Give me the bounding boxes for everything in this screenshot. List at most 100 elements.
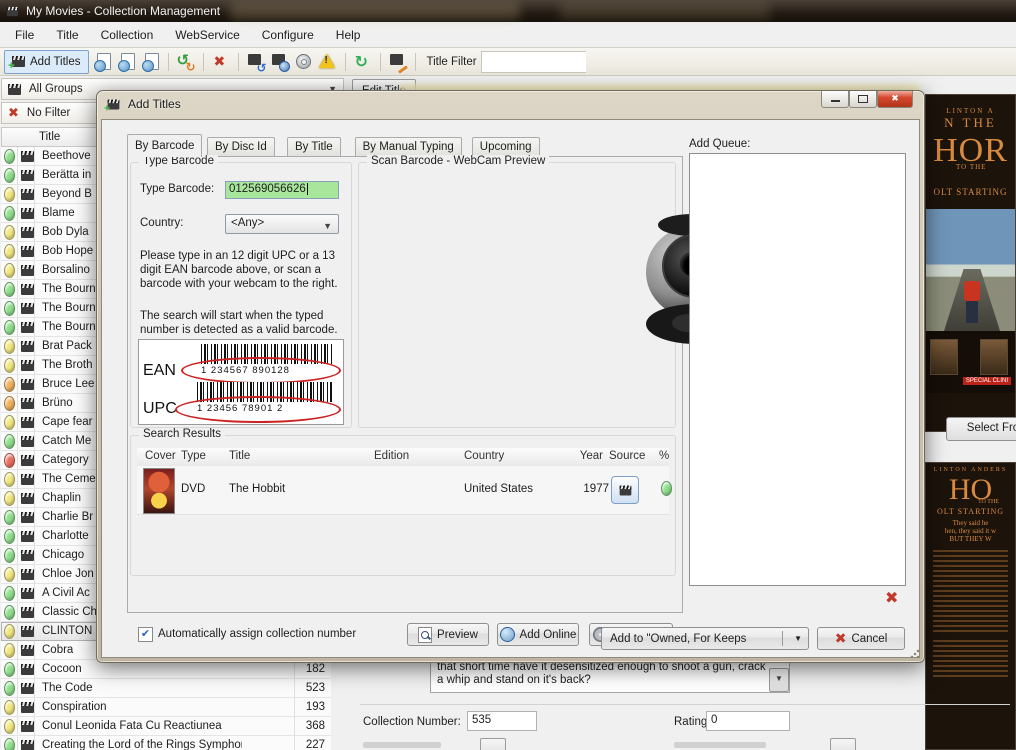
- clapper-search-icon[interactable]: [270, 52, 290, 72]
- scroll-down-button[interactable]: ▼: [769, 668, 789, 692]
- status-indicator: [4, 262, 15, 278]
- add-queue-label: Add Queue:: [689, 138, 751, 150]
- status-indicator: [4, 699, 15, 715]
- poster-text: They said he: [952, 519, 989, 527]
- grid-line: [34, 660, 35, 678]
- menu-item-configure[interactable]: Configure: [251, 24, 325, 46]
- close-button[interactable]: ✖: [877, 91, 913, 108]
- divider: [360, 704, 1010, 705]
- clipped-label: [363, 742, 441, 748]
- add-titles-button[interactable]: + Add Titles: [4, 49, 89, 74]
- country-combo[interactable]: <Any> ▼: [225, 214, 339, 234]
- cancel-icon: ✖: [834, 630, 847, 646]
- poster-text: OLT STARTING: [933, 187, 1008, 197]
- add-titles-icon: +: [8, 56, 25, 72]
- ean-label: EAN: [143, 362, 176, 379]
- tab-by-manual-typing[interactable]: By Manual Typing: [354, 137, 462, 156]
- grid-line: [17, 622, 18, 640]
- grid-line: [34, 546, 35, 564]
- menu-item-title[interactable]: Title: [45, 24, 89, 46]
- dialog-icon: +: [104, 99, 120, 113]
- menu-item-webservice[interactable]: WebService: [164, 24, 250, 46]
- maximize-button[interactable]: [849, 91, 877, 108]
- status-indicator: [4, 471, 15, 487]
- status-indicator: [4, 186, 15, 202]
- barcode-input[interactable]: 012569056626: [225, 181, 339, 199]
- upc-label: UPC: [143, 400, 177, 417]
- clapper-icon: [21, 283, 34, 295]
- clapper-icon: [21, 321, 34, 333]
- list-item-title: Berätta in: [42, 169, 92, 181]
- result-row[interactable]: DVD The Hobbit United States 1977: [137, 466, 672, 515]
- list-item-title: Chloe Jon: [42, 568, 94, 580]
- clapper-icon: [21, 435, 34, 447]
- results-column-year: Year: [579, 450, 603, 462]
- select-front-button[interactable]: Select Fro: [946, 417, 1016, 441]
- disc-sync-icon[interactable]: [294, 52, 314, 72]
- grid-line: [34, 470, 35, 488]
- poster-fine-print: [933, 547, 1008, 633]
- source-icon[interactable]: [611, 476, 639, 504]
- menu-item-help[interactable]: Help: [325, 24, 372, 46]
- results-header[interactable]: Cover Type Title Edition Country Year Source%: [137, 448, 669, 467]
- tab-upcoming[interactable]: Upcoming: [471, 137, 540, 156]
- tab-by-barcode[interactable]: By Barcode: [127, 134, 203, 157]
- add-online-button[interactable]: Add Online: [497, 623, 579, 646]
- clapper-icon: [21, 169, 34, 181]
- tab-by-title[interactable]: By Title: [287, 137, 341, 156]
- resize-grip[interactable]: [910, 649, 920, 659]
- status-indicator: [4, 319, 15, 335]
- document-globe-save-icon[interactable]: [141, 52, 161, 72]
- grid-line: [34, 565, 35, 583]
- refresh-icon[interactable]: [353, 52, 373, 72]
- import-arrows-icon[interactable]: [176, 51, 196, 74]
- grid-line: [17, 337, 18, 355]
- grid-line: [17, 508, 18, 526]
- list-item-title: Blame: [42, 207, 75, 219]
- list-item-title: Cobra: [42, 644, 74, 656]
- grid-line: [17, 147, 18, 165]
- poster-text: BUT THEY W: [949, 535, 992, 543]
- title-filter-label: Title Filter: [426, 55, 477, 68]
- titlebar-glare: [230, 2, 520, 20]
- clipped-button[interactable]: [480, 738, 506, 750]
- delete-icon[interactable]: [211, 52, 231, 72]
- preview-button[interactable]: Preview: [407, 623, 489, 646]
- poster-text: OLT STARTING: [936, 507, 1005, 516]
- add-titles-dialog: + Add Titles ✖ By Barcode By Disc Id By Ti…: [96, 90, 925, 663]
- clipped-button[interactable]: [830, 738, 856, 750]
- clapper-sync-icon[interactable]: [246, 52, 267, 75]
- warning-icon[interactable]: [318, 52, 338, 72]
- add-to-dropdown-button[interactable]: Add to "Owned, For Keeps ▼: [601, 627, 809, 650]
- list-item[interactable]: Conspiration 193: [1, 698, 331, 717]
- menu-item-collection[interactable]: Collection: [90, 24, 165, 46]
- clapper-icon: [21, 207, 34, 219]
- clapper-icon: [21, 188, 34, 200]
- document-globe-icon[interactable]: [93, 52, 113, 72]
- list-item-title: Creating the Lord of the Rings Symphony:…: [42, 739, 242, 750]
- tab-by-disc-id[interactable]: By Disc Id: [207, 137, 275, 156]
- clapper-icon: [21, 454, 34, 466]
- grid-line: [17, 375, 18, 393]
- add-queue-list[interactable]: [689, 153, 906, 586]
- collection-number-field[interactable]: 535: [467, 711, 537, 731]
- remove-from-queue-button[interactable]: ✖: [885, 588, 898, 608]
- menu-item-file[interactable]: File: [4, 24, 45, 46]
- results-column-cover: Cover: [145, 450, 176, 462]
- auto-assign-checkbox[interactable]: ✔: [138, 627, 153, 642]
- filter-combo-value: No Filter: [26, 107, 71, 119]
- result-title: The Hobbit: [229, 483, 286, 495]
- rating-field[interactable]: 0: [706, 711, 790, 731]
- list-item-number: 523: [305, 682, 325, 694]
- title-filter-icon[interactable]: [388, 52, 408, 72]
- minimize-button[interactable]: [821, 91, 849, 108]
- status-indicator: [4, 585, 15, 601]
- document-globe-upload-icon[interactable]: [117, 52, 137, 72]
- status-indicator: [4, 148, 15, 164]
- clapper-icon: [21, 720, 34, 732]
- cancel-button[interactable]: ✖ Cancel: [817, 627, 905, 650]
- list-item[interactable]: Creating the Lord of the Rings Symphony:…: [1, 736, 331, 750]
- list-item[interactable]: Conul Leonida Fata Cu Reactiunea 368: [1, 717, 331, 736]
- list-item[interactable]: The Code 523: [1, 679, 331, 698]
- title-filter-input[interactable]: [480, 50, 586, 73]
